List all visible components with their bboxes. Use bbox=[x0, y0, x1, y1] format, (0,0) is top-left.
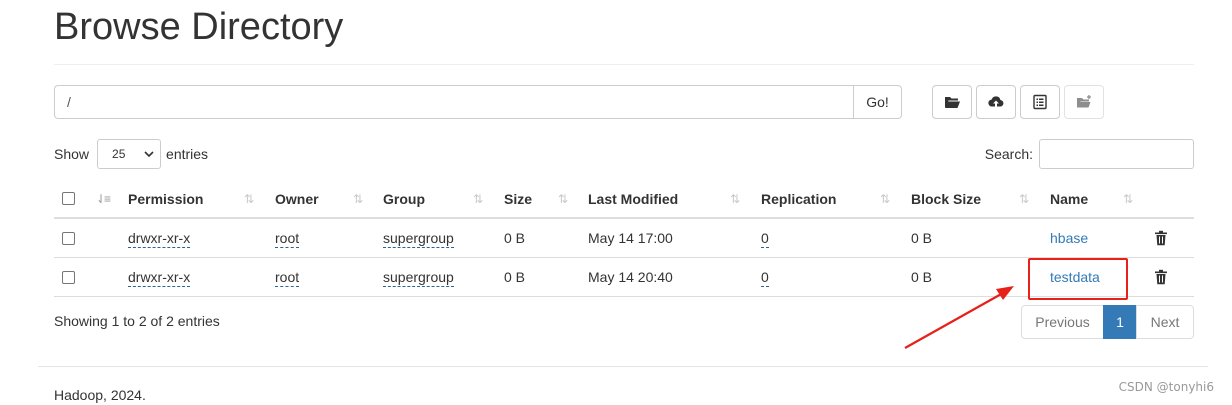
sort-icon[interactable]: ⇅ bbox=[558, 180, 568, 217]
create-folder-button[interactable] bbox=[1064, 85, 1104, 119]
previous-page-button[interactable]: Previous bbox=[1021, 305, 1104, 339]
replication-value[interactable]: 0 bbox=[761, 268, 769, 287]
entries-label: entries bbox=[166, 146, 209, 162]
last-modified-value: May 14 17:00 bbox=[588, 230, 673, 246]
column-header-size[interactable]: Size bbox=[504, 180, 532, 217]
block-size-value: 0 B bbox=[911, 230, 933, 246]
column-header-replication[interactable]: Replication bbox=[761, 180, 836, 217]
row-checkbox[interactable] bbox=[62, 270, 75, 284]
sort-icon[interactable]: ⇅ bbox=[730, 180, 740, 217]
delete-button[interactable] bbox=[1154, 258, 1168, 296]
sort-icon[interactable]: ⇅ bbox=[1019, 180, 1029, 217]
block-size-value: 0 B bbox=[911, 269, 933, 285]
search-control: Search: bbox=[985, 139, 1194, 169]
table-row: drwxr-xr-x root supergroup 0 B May 14 20… bbox=[54, 258, 1194, 297]
next-page-button[interactable]: Next bbox=[1136, 305, 1194, 339]
entries-select[interactable]: 25 bbox=[97, 139, 162, 169]
column-header-group[interactable]: Group bbox=[383, 180, 425, 217]
path-bar: Go! bbox=[54, 85, 902, 119]
column-header-owner[interactable]: Owner bbox=[275, 180, 319, 217]
folder-open-icon bbox=[945, 97, 960, 108]
sort-icon[interactable]: ⇅ bbox=[244, 180, 254, 217]
show-label: Show bbox=[54, 146, 90, 162]
file-table: ⇃≡ Permission ⇅ Owner ⇅ Group ⇅ Size ⇅ L… bbox=[54, 180, 1194, 297]
search-input[interactable] bbox=[1039, 139, 1194, 169]
column-header-name[interactable]: Name bbox=[1050, 180, 1088, 217]
watermark: CSDN @tonyhi6 bbox=[1118, 380, 1214, 394]
cloud-upload-icon bbox=[988, 96, 1004, 108]
sort-icon[interactable]: ⇅ bbox=[353, 180, 363, 217]
sort-icon[interactable]: ⇅ bbox=[473, 180, 483, 217]
permission-value[interactable]: drwxr-xr-x bbox=[128, 229, 191, 248]
page-title: Browse Directory bbox=[54, 6, 344, 48]
replication-value[interactable]: 0 bbox=[761, 229, 769, 248]
table-info: Showing 1 to 2 of 2 entries bbox=[54, 313, 220, 329]
list-alt-icon bbox=[1033, 94, 1047, 110]
pagination: Previous 1 Next bbox=[1021, 305, 1194, 339]
sort-icon[interactable]: ⇅ bbox=[880, 180, 890, 217]
row-checkbox[interactable] bbox=[62, 231, 75, 245]
column-header-block-size[interactable]: Block Size bbox=[911, 180, 981, 217]
select-all-checkbox[interactable] bbox=[62, 192, 75, 205]
size-value: 0 B bbox=[504, 230, 526, 246]
footer-text: Hadoop, 2024. bbox=[54, 387, 146, 403]
file-name-link[interactable]: testdata bbox=[1050, 269, 1100, 285]
search-label: Search: bbox=[984, 146, 1033, 162]
go-button[interactable]: Go! bbox=[853, 85, 902, 119]
new-folder-icon bbox=[1077, 95, 1091, 108]
file-name-link[interactable]: hbase bbox=[1050, 230, 1088, 246]
footer-divider bbox=[38, 366, 1208, 367]
upload-button[interactable] bbox=[976, 85, 1016, 119]
title-divider bbox=[54, 64, 1194, 65]
column-header-permission[interactable]: Permission bbox=[128, 180, 203, 217]
view-list-button[interactable] bbox=[1020, 85, 1060, 119]
permission-value[interactable]: drwxr-xr-x bbox=[128, 268, 191, 287]
owner-value[interactable]: root bbox=[275, 229, 300, 248]
path-input[interactable] bbox=[54, 85, 853, 119]
column-header-last-modified[interactable]: Last Modified bbox=[588, 180, 678, 217]
sort-asc-icon[interactable]: ⇃≡ bbox=[96, 180, 111, 217]
sort-icon[interactable]: ⇅ bbox=[1123, 180, 1133, 217]
chevron-down-icon bbox=[144, 150, 154, 157]
trash-icon bbox=[1155, 230, 1167, 246]
entries-select-value: 25 bbox=[112, 147, 126, 161]
size-value: 0 B bbox=[504, 269, 526, 285]
last-modified-value: May 14 20:40 bbox=[588, 269, 673, 285]
table-row: drwxr-xr-x root supergroup 0 B May 14 17… bbox=[54, 219, 1194, 258]
owner-value[interactable]: root bbox=[275, 268, 300, 287]
open-folder-button[interactable] bbox=[932, 85, 972, 119]
delete-button[interactable] bbox=[1154, 219, 1168, 257]
table-header-row: ⇃≡ Permission ⇅ Owner ⇅ Group ⇅ Size ⇅ L… bbox=[54, 180, 1194, 219]
page-button-current[interactable]: 1 bbox=[1103, 305, 1137, 339]
group-value[interactable]: supergroup bbox=[383, 268, 454, 287]
group-value[interactable]: supergroup bbox=[383, 229, 454, 248]
entries-length-control: Show 25 entries bbox=[54, 139, 208, 169]
trash-icon bbox=[1155, 269, 1167, 285]
